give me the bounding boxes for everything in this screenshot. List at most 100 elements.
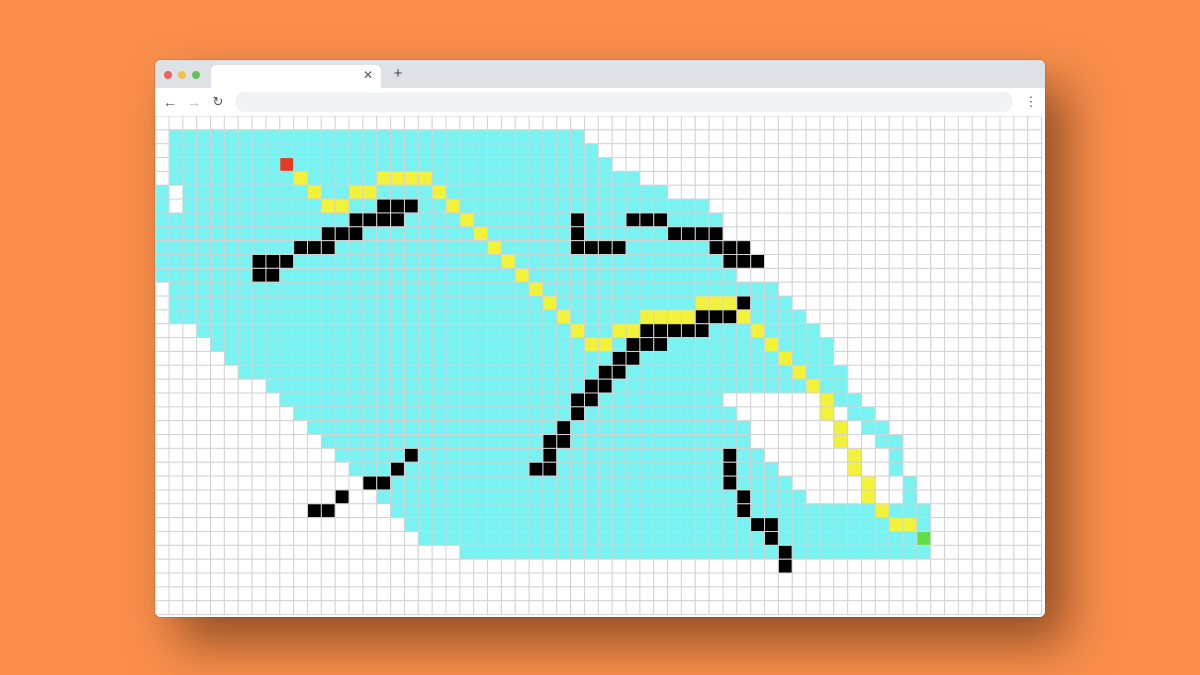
grid-cell-visited[interactable] (293, 226, 308, 242)
grid-cell-empty[interactable] (874, 281, 890, 297)
grid-cell-path[interactable] (861, 489, 876, 505)
grid-cell-empty[interactable] (1013, 350, 1029, 366)
grid-cell-visited[interactable] (597, 489, 613, 505)
grid-cell-empty[interactable] (791, 267, 807, 283)
grid-cell-visited[interactable] (556, 143, 572, 159)
grid-cell-empty[interactable] (971, 364, 987, 380)
grid-cell-visited[interactable] (182, 157, 198, 172)
grid-cell-visited[interactable] (168, 170, 184, 186)
grid-cell-visited[interactable] (805, 531, 821, 546)
grid-cell-empty[interactable] (307, 447, 322, 463)
grid-cell-visited[interactable] (584, 364, 599, 380)
grid-cell-empty[interactable] (210, 572, 225, 588)
grid-cell-visited[interactable] (916, 517, 932, 532)
grid-cell-visited[interactable] (874, 434, 890, 449)
grid-cell-path[interactable] (362, 184, 378, 200)
grid-cell-visited[interactable] (542, 489, 558, 505)
grid-cell-visited[interactable] (320, 212, 336, 228)
grid-cell-empty[interactable] (777, 240, 793, 256)
grid-cell-wall[interactable] (736, 489, 752, 505)
grid-cell-visited[interactable] (570, 434, 585, 449)
grid-cell-empty[interactable] (847, 309, 863, 325)
grid-cell-visited[interactable] (736, 337, 752, 352)
grid-cell-empty[interactable] (777, 143, 793, 159)
grid-cell-empty[interactable] (957, 184, 973, 200)
grid-cell-visited[interactable] (251, 337, 267, 352)
grid-cell-empty[interactable] (971, 447, 987, 463)
grid-cell-empty[interactable] (182, 323, 198, 339)
grid-cell-visited[interactable] (597, 350, 613, 366)
grid-cell-empty[interactable] (556, 558, 572, 574)
grid-cell-visited[interactable] (500, 392, 516, 408)
grid-cell-visited[interactable] (307, 350, 322, 366)
grid-cell-wall[interactable] (376, 475, 392, 491)
grid-cell-visited[interactable] (223, 267, 239, 283)
grid-cell-path[interactable] (403, 170, 419, 186)
grid-cell-visited[interactable] (473, 364, 489, 380)
grid-cell-empty[interactable] (930, 434, 946, 449)
grid-cell-empty[interactable] (223, 600, 239, 616)
grid-cell-visited[interactable] (196, 129, 212, 145)
grid-cell-empty[interactable] (680, 143, 696, 159)
grid-cell-visited[interactable] (680, 434, 696, 449)
grid-cell-visited[interactable] (403, 489, 419, 505)
grid-cell-visited[interactable] (445, 461, 461, 477)
grid-cell-visited[interactable] (403, 378, 419, 394)
grid-cell-visited[interactable] (459, 350, 475, 366)
grid-cell-visited[interactable] (210, 295, 225, 311)
grid-cell-visited[interactable] (168, 129, 184, 145)
grid-cell-visited[interactable] (431, 392, 447, 408)
grid-cell-empty[interactable] (930, 309, 946, 325)
grid-cell-empty[interactable] (847, 143, 863, 159)
grid-cell-empty[interactable] (957, 434, 973, 449)
grid-cell-visited[interactable] (251, 364, 267, 380)
grid-cell-empty[interactable] (957, 337, 973, 352)
grid-cell-empty[interactable] (445, 544, 461, 560)
grid-cell-empty[interactable] (777, 157, 793, 172)
grid-cell-empty[interactable] (861, 143, 876, 159)
grid-cell-empty[interactable] (445, 572, 461, 588)
grid-cell-empty[interactable] (971, 267, 987, 283)
grid-cell-empty[interactable] (210, 558, 225, 574)
grid-cell-wall[interactable] (584, 240, 599, 256)
grid-cell-empty[interactable] (1027, 420, 1043, 436)
grid-cell-empty[interactable] (791, 281, 807, 297)
grid-cell-visited[interactable] (611, 281, 627, 297)
grid-cell-visited[interactable] (334, 184, 350, 200)
grid-cell-visited[interactable] (611, 420, 627, 436)
grid-cell-empty[interactable] (251, 461, 267, 477)
grid-cell-visited[interactable] (888, 447, 904, 463)
grid-cell-empty[interactable] (293, 461, 308, 477)
grid-cell-empty[interactable] (1013, 378, 1029, 394)
grid-cell-visited[interactable] (487, 475, 502, 491)
grid-cell-empty[interactable] (916, 143, 932, 159)
grid-cell-visited[interactable] (487, 184, 502, 200)
grid-cell-empty[interactable] (847, 295, 863, 311)
grid-cell-visited[interactable] (584, 267, 599, 283)
grid-cell-edge[interactable] (155, 503, 170, 519)
grid-cell-empty[interactable] (971, 295, 987, 311)
grid-cell-empty[interactable] (722, 116, 738, 131)
grid-cell-empty[interactable] (611, 600, 627, 616)
grid-cell-wall[interactable] (307, 240, 322, 256)
grid-cell-visited[interactable] (251, 198, 267, 214)
grid-cell-visited[interactable] (196, 267, 212, 283)
grid-cell-visited[interactable] (403, 503, 419, 519)
grid-cell-visited[interactable] (487, 434, 502, 449)
grid-cell-empty[interactable] (182, 406, 198, 422)
grid-cell-empty[interactable] (279, 447, 295, 463)
grid-cell-empty[interactable] (1013, 447, 1029, 463)
grid-cell-empty[interactable] (916, 254, 932, 269)
grid-cell-visited[interactable] (570, 184, 585, 200)
grid-cell-visited[interactable] (417, 309, 433, 325)
grid-cell-visited[interactable] (403, 226, 419, 242)
grid-cell-empty[interactable] (944, 267, 959, 283)
grid-cell-empty[interactable] (902, 129, 918, 145)
grid-cell-visited[interactable] (500, 434, 516, 449)
grid-cell-visited[interactable] (196, 143, 212, 159)
grid-cell-empty[interactable] (985, 489, 1001, 505)
grid-cell-empty[interactable] (279, 489, 295, 505)
grid-cell-empty[interactable] (1027, 531, 1043, 546)
grid-cell-visited[interactable] (376, 392, 392, 408)
grid-cell-visited[interactable] (611, 531, 627, 546)
